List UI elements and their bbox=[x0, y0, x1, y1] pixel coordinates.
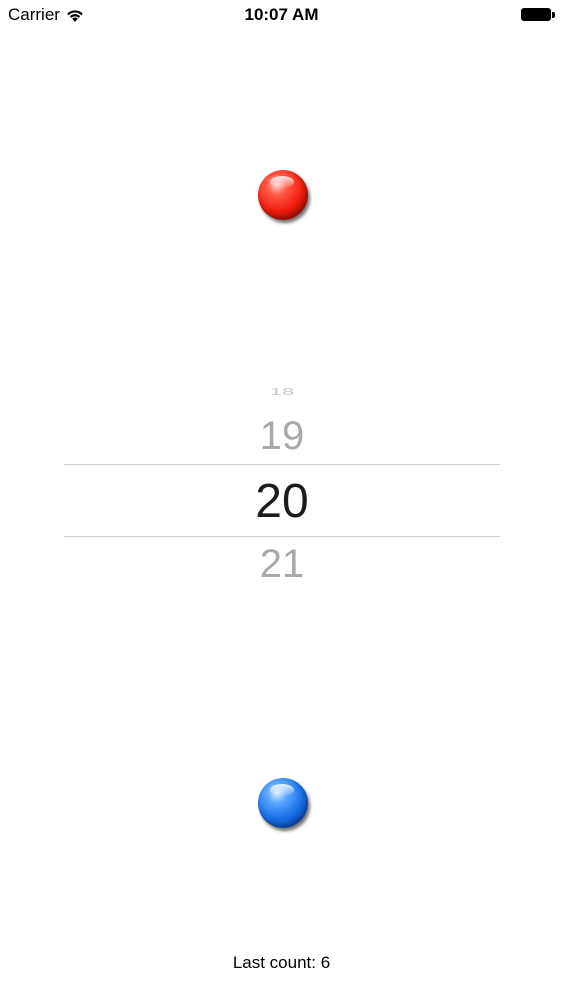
status-bar: Carrier 10:07 AM bbox=[0, 0, 563, 30]
battery-icon bbox=[521, 8, 555, 21]
last-count-label: Last count: 6 bbox=[232, 953, 331, 972]
red-ball-shine bbox=[270, 176, 294, 188]
battery-body bbox=[521, 8, 551, 21]
blue-ball[interactable] bbox=[258, 778, 308, 828]
picker-row-far-top[interactable]: 18 bbox=[64, 386, 500, 398]
blue-ball-shine bbox=[270, 784, 294, 796]
number-picker[interactable]: 18 19 20 21 bbox=[64, 380, 500, 590]
red-ball[interactable] bbox=[258, 170, 308, 220]
battery-tip bbox=[552, 11, 555, 18]
picker-row-selected[interactable]: 20 bbox=[64, 474, 500, 529]
picker-row-previous[interactable]: 19 bbox=[64, 414, 500, 459]
status-time: 10:07 AM bbox=[244, 5, 319, 24]
picker-row-next[interactable]: 21 bbox=[64, 542, 500, 587]
